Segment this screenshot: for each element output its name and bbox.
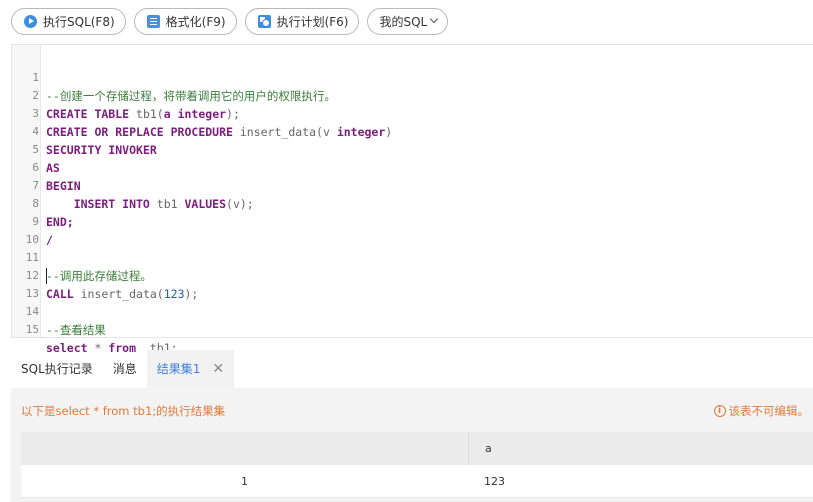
code-line: 7 INSERT INTO tb1 VALUES(v); <box>32 179 254 211</box>
code-line: 15 select * from tb1; <box>25 323 178 355</box>
cell-a[interactable]: 123 <box>468 465 813 497</box>
code-line: 2 CREATE TABLE tb1(a integer); <box>32 89 240 121</box>
code-line: 1 --创建一个存储过程，将带着调用它的用户的权限执行。 <box>32 71 336 103</box>
row-index: 1 <box>241 475 248 488</box>
format-label: 格式化(F9) <box>165 14 226 29</box>
tab-messages[interactable]: 消息 <box>103 350 147 388</box>
table-row[interactable]: 1 123 <box>21 465 813 498</box>
close-icon[interactable]: ✕ <box>212 350 224 388</box>
format-icon <box>146 14 160 28</box>
code-line: 13 <box>12 267 813 300</box>
code-line: 12 CALL insert_data(123); <box>25 269 199 301</box>
my-sql-label: 我的SQL <box>379 14 428 29</box>
explain-plan-label: 执行计划(F6) <box>276 14 349 29</box>
code-line: 6 BEGIN <box>32 161 81 193</box>
result-info-text: 以下是select * from tb1;的执行结果集 <box>21 404 226 418</box>
readonly-notice-text: 该表不可编辑。 <box>728 404 810 418</box>
result-tabs: SQL执行记录 消息 结果集1 ✕ <box>11 350 235 388</box>
my-sql-dropdown[interactable]: 我的SQL <box>367 7 449 35</box>
column-header-a[interactable]: a <box>468 432 813 465</box>
code-line: 10 <box>25 233 39 246</box>
tab-result-set-1[interactable]: 结果集1 ✕ <box>146 350 235 388</box>
explain-plan-button[interactable]: 执行计划(F6) <box>244 7 360 35</box>
code-line: 3 CREATE OR REPLACE PROCEDURE insert_dat… <box>32 107 393 139</box>
code-line: 5 AS <box>32 143 60 175</box>
play-icon <box>24 14 37 28</box>
text-cursor <box>46 268 47 284</box>
tab-result-set-1-label: 结果集1 <box>156 362 201 376</box>
code-line: 9 / <box>32 215 53 247</box>
code-line: 4 SECURITY INVOKER <box>32 125 157 157</box>
plan-icon <box>257 14 271 28</box>
grid-header: a <box>21 432 813 465</box>
code-line: 11 --调用此存储过程。 <box>25 251 152 283</box>
readonly-notice: i 该表不可编辑。 <box>713 403 810 419</box>
code-line: 14 --查看结果 <box>25 305 106 337</box>
format-button[interactable]: 格式化(F9) <box>133 7 237 35</box>
run-sql-label: 执行SQL(F8) <box>43 14 115 29</box>
tab-sql-history[interactable]: SQL执行记录 <box>11 350 103 388</box>
run-sql-button[interactable]: 执行SQL(F8) <box>11 7 126 35</box>
sql-editor[interactable]: 1 --创建一个存储过程，将带着调用它的用户的权限执行。 2 CREATE TA… <box>11 44 813 355</box>
chevron-down-icon <box>429 14 439 24</box>
row-index-header <box>21 432 468 465</box>
result-grid: a 1 123 <box>21 432 813 498</box>
info-icon: i <box>713 405 726 417</box>
toolbar: 执行SQL(F8) 格式化(F9) 执行计划(F6) 我的SQL <box>0 0 813 42</box>
code-line: 8 END; <box>32 197 74 229</box>
